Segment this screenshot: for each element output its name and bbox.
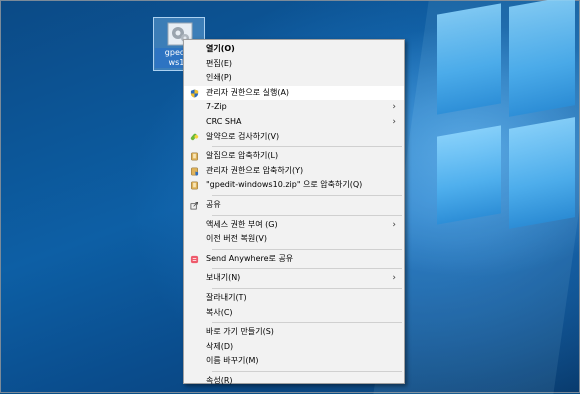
- menu-item[interactable]: 인쇄(P): [184, 71, 404, 86]
- menu-item-label: 이전 버전 복원(V): [206, 234, 267, 244]
- menu-item-label: 7-Zip: [206, 102, 227, 112]
- window-pane: [437, 125, 501, 225]
- menu-separator: [212, 287, 402, 289]
- menu-item-label: "gpedit-windows10.zip" 으로 압축하기(Q): [206, 180, 363, 190]
- menu-separator: [212, 322, 402, 324]
- menu-item[interactable]: 삭제(D): [184, 340, 404, 355]
- chevron-right-icon: ›: [392, 102, 396, 113]
- menu-item-label: 열기(O): [206, 44, 235, 53]
- menu-item[interactable]: 7-Zip ›: [184, 100, 404, 115]
- menu-item[interactable]: 액세스 권한 부여 (G) ›: [184, 218, 404, 233]
- menu-item-label: 인쇄(P): [206, 73, 232, 83]
- alzip-icon: [190, 152, 199, 161]
- menu-item[interactable]: 복사(C): [184, 306, 404, 321]
- alzip-admin-icon: [190, 167, 199, 176]
- menu-item[interactable]: 속성(R): [184, 374, 404, 389]
- menu-item-label: 바로 가기 만들기(S): [206, 327, 274, 337]
- chevron-right-icon: ›: [392, 273, 396, 284]
- menu-item[interactable]: 알약으로 검사하기(V): [184, 130, 404, 145]
- menu-item[interactable]: 공유: [184, 198, 404, 213]
- menu-item[interactable]: 이전 버전 복원(V): [184, 232, 404, 247]
- menu-item[interactable]: "gpedit-windows10.zip" 으로 압축하기(Q): [184, 178, 404, 193]
- menu-item-label: 복사(C): [206, 307, 233, 317]
- menu-item-label: 보내기(N): [206, 273, 241, 283]
- menu-separator: [212, 214, 402, 216]
- menu-item[interactable]: 이름 바꾸기(M): [184, 354, 404, 369]
- menu-separator: [212, 268, 402, 270]
- window-pane: [509, 117, 575, 229]
- menu-item-label: 공유: [206, 199, 221, 209]
- menu-separator: [212, 248, 402, 250]
- menu-item[interactable]: 관리자 권한으로 실행(A): [184, 85, 404, 101]
- menu-item[interactable]: 편집(E): [184, 57, 404, 72]
- menu-item-label: Send Anywhere로 공유: [206, 253, 294, 263]
- menu-item-label: 속성(R): [206, 375, 233, 385]
- context-menu: 열기(O) 편집(E) 인쇄(P) 관리자 권한으로 실행(A) 7-Zip › CRC S…: [183, 39, 405, 385]
- menu-item-label: 액세스 권한 부여 (G): [206, 219, 278, 229]
- send-anywhere-icon: [190, 255, 199, 264]
- share-icon: [190, 201, 199, 210]
- alyac-icon: [190, 133, 199, 142]
- menu-item-label: 편집(E): [206, 58, 233, 68]
- alzip-icon: [190, 181, 199, 190]
- menu-item[interactable]: 보내기(N) ›: [184, 271, 404, 286]
- menu-separator: [212, 194, 402, 196]
- menu-item-label: 잘라내기(T): [206, 292, 247, 302]
- chevron-right-icon: ›: [392, 116, 396, 127]
- menu-item[interactable]: 알집으로 압축하기(L): [184, 149, 404, 164]
- menu-item[interactable]: 바로 가기 만들기(S): [184, 325, 404, 340]
- menu-item[interactable]: 관리자 권한으로 압축하기(Y): [184, 164, 404, 179]
- menu-item-label: 알집으로 압축하기(L): [206, 151, 279, 161]
- menu-item-label: 관리자 권한으로 압축하기(Y): [206, 165, 304, 175]
- menu-item-label: CRC SHA: [206, 116, 242, 126]
- window-pane: [509, 0, 575, 117]
- menu-separator: [212, 370, 402, 372]
- menu-item-label: 알약으로 검사하기(V): [206, 131, 280, 141]
- menu-item-label: 이름 바꾸기(M): [206, 356, 259, 366]
- menu-item[interactable]: CRC SHA ›: [184, 115, 404, 130]
- menu-separator: [212, 146, 402, 148]
- menu-item[interactable]: 열기(O): [184, 42, 404, 57]
- uac-shield-icon: [190, 89, 199, 98]
- menu-item[interactable]: Send Anywhere로 공유: [184, 252, 404, 267]
- window-pane: [437, 3, 501, 115]
- chevron-right-icon: ›: [392, 219, 396, 230]
- menu-item-label: 삭제(D): [206, 341, 234, 351]
- menu-item-label: 관리자 권한으로 실행(A): [206, 87, 290, 97]
- menu-item[interactable]: 잘라내기(T): [184, 291, 404, 306]
